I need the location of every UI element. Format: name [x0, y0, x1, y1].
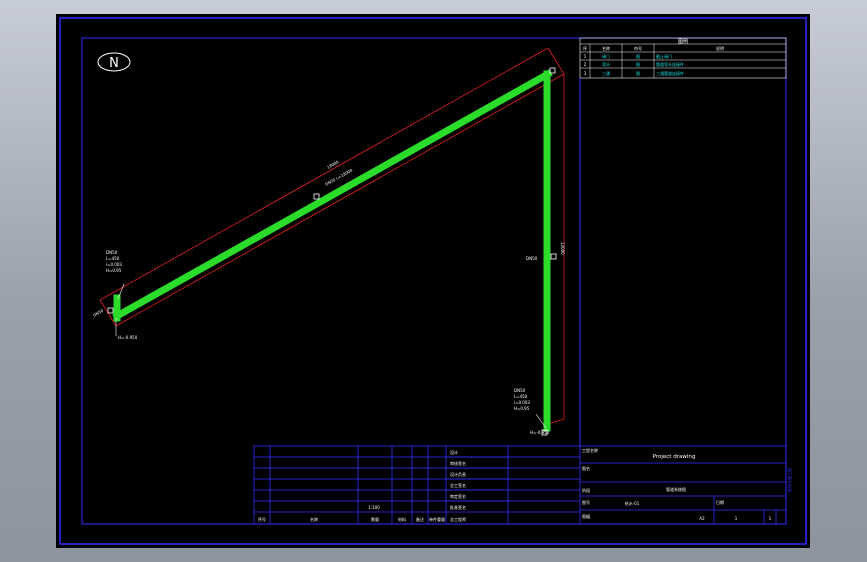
cad-drawing[interactable]: N DN50 L=450 i=0.003 H=0.95 H=-0.950 DN5…	[56, 14, 810, 548]
pipe-fittings	[107, 67, 557, 436]
footer-col-1: 序号	[258, 516, 266, 522]
legend-row-3-symbol: 图	[636, 70, 640, 76]
legend-row-2-name: 弯头	[602, 61, 610, 67]
project-label: 工程名称	[582, 447, 598, 453]
legend-row-1-name: 阀门	[602, 53, 610, 59]
left-tag-line-3: i=0.003	[106, 262, 122, 267]
tee-icon	[550, 253, 557, 260]
drawing-sheet[interactable]: N DN50 L=450 i=0.003 H=0.95 H=-0.950 DN5…	[56, 14, 810, 548]
left-bottom-label: H=-0.950	[118, 335, 138, 340]
sheet-label: 图幅	[582, 513, 590, 519]
approval-label-3: 设计负责	[450, 471, 466, 477]
drawing-name: 管道系统图	[666, 486, 686, 492]
project-title: Project drawing	[653, 454, 696, 460]
title-block-text: 设计 审核签名 设计负责 总工签名 审定签名 批准签名 总工程师 1:100 序…	[258, 447, 772, 522]
legend-row-2-symbol: 图	[636, 61, 640, 67]
legend-row-3-desc: 三通管道连接件	[656, 70, 684, 76]
approval-label-7: 总工程师	[450, 516, 466, 522]
pipe-route[interactable]	[112, 69, 553, 432]
legend-header-name: 名称	[602, 45, 610, 51]
bottom-tag-line-2: L=450	[514, 394, 528, 399]
bottom-small-label: H=-0.950	[530, 430, 550, 435]
left-tag-line-1: DN50	[106, 250, 118, 255]
approval-label-6: 批准签名	[450, 504, 466, 510]
right-pipe-label: DN50	[526, 256, 538, 261]
footer-col-3: 数量	[371, 516, 379, 522]
legend-table: 图例 序 名称 符号 说明 1 阀门 图 截止阀门 2 弯头 图 管道弯头连接件…	[579, 37, 787, 79]
legend-header-desc: 说明	[716, 45, 724, 51]
stage-label: 阶段	[582, 487, 590, 493]
number-label: 图号	[582, 499, 590, 505]
bottom-tag-line-3: i=0.003	[514, 400, 530, 405]
inner-frame	[81, 37, 787, 525]
scale-label: 1:100	[368, 505, 380, 510]
footer-col-6: 单件重量	[429, 516, 445, 522]
legend-header-no: 序	[583, 45, 587, 51]
legend-row-1-no: 1	[584, 54, 587, 59]
diagonal-dim-label: 18000	[326, 159, 340, 170]
right-dim-label: 12000	[560, 242, 565, 255]
legend-title: 图例	[678, 38, 688, 45]
vertical-tag: 给排水施工图	[786, 468, 792, 492]
footer-col-2: 名称	[310, 516, 318, 522]
footer-col-4: 材料	[398, 516, 406, 522]
sheet-value: A2	[699, 516, 705, 521]
legend-row-2-desc: 管道弯头连接件	[656, 61, 684, 67]
north-arrow-letter: N	[109, 56, 119, 71]
approval-label-2: 审核签名	[450, 460, 466, 466]
tee-icon	[313, 193, 320, 200]
legend-row-3-name: 三通	[602, 70, 610, 76]
bottom-tag-line-1: DN50	[514, 388, 526, 393]
left-small-label: DN50	[92, 308, 105, 318]
footer-col-5: 备注	[416, 516, 424, 522]
approval-label-4: 总工签名	[450, 482, 466, 488]
legend-row-3-no: 3	[584, 71, 587, 76]
drawing-number: 给水-01	[625, 500, 640, 506]
outer-frame	[59, 17, 807, 545]
left-tag-line-2: L=450	[106, 256, 120, 261]
legend-header-symbol: 符号	[634, 45, 642, 51]
legend-row-1-desc: 截止阀门	[656, 53, 672, 59]
legend-row-2-no: 2	[584, 62, 587, 67]
legend-row-1-symbol: 图	[636, 53, 640, 59]
approval-label-5: 审定签名	[450, 493, 466, 499]
left-tag-line-4: H=0.95	[106, 268, 122, 273]
approval-label-1: 设计	[450, 449, 458, 455]
date-label: 日期	[716, 499, 724, 505]
leader-lines	[115, 283, 547, 429]
valve-icon	[107, 307, 114, 314]
north-arrow-icon: N	[97, 52, 131, 72]
sub-label: 图名	[582, 465, 590, 471]
bottom-tag-line-4: H=0.95	[514, 406, 530, 411]
total-value: 1	[769, 516, 772, 521]
title-block	[253, 445, 787, 525]
page-value: 1	[735, 516, 738, 521]
